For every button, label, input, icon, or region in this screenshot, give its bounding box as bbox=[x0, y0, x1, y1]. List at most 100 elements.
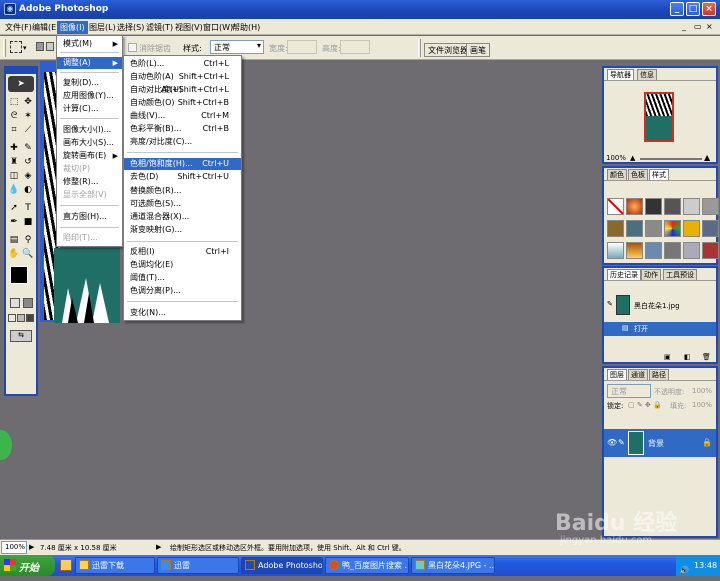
navigator-zoom-value[interactable]: 100% bbox=[606, 154, 626, 162]
new-document-from-state-icon[interactable]: ▣ bbox=[664, 353, 671, 361]
close-button[interactable]: × bbox=[702, 2, 716, 16]
adjust-auto-color[interactable]: 自动颜色(O) Shift+Ctrl+B bbox=[124, 97, 241, 109]
style-swatch[interactable] bbox=[702, 220, 719, 237]
style-swatch[interactable] bbox=[626, 242, 643, 259]
style-swatch[interactable] bbox=[645, 198, 662, 215]
menu-help[interactable]: 帮助(H) bbox=[229, 21, 263, 34]
doc-close-icon[interactable]: × bbox=[706, 22, 713, 31]
style-swatch[interactable] bbox=[664, 220, 681, 237]
marquee-tool-icon[interactable]: ⬚ bbox=[8, 96, 20, 108]
zoom-tool-icon[interactable]: 🔍 bbox=[22, 248, 34, 260]
style-select[interactable]: 正常 ▾ bbox=[210, 40, 264, 54]
screen-mode-full-icon[interactable] bbox=[26, 314, 34, 322]
adjust-levels[interactable]: 色阶(L)... Ctrl+L bbox=[124, 58, 241, 70]
adjust-color-balance[interactable]: 色彩平衡(B)... Ctrl+B bbox=[124, 123, 241, 135]
image-menu-trap[interactable]: 陷印(T)... bbox=[57, 232, 122, 244]
screen-mode-full-menu-icon[interactable] bbox=[17, 314, 25, 322]
adjust-equalize[interactable]: 色调均化(E) bbox=[124, 259, 241, 271]
tab-paths[interactable]: 路径 bbox=[649, 369, 669, 380]
blur-tool-icon[interactable]: 💧 bbox=[8, 184, 20, 196]
magic-wand-tool-icon[interactable]: ✶ bbox=[22, 110, 34, 122]
tab-brushes[interactable]: 画笔 bbox=[466, 43, 490, 57]
image-menu-adjust[interactable]: 调整(A) ▶ bbox=[57, 57, 122, 69]
adjust-auto-levels[interactable]: 自动色阶(A) Shift+Ctrl+L bbox=[124, 71, 241, 83]
height-field[interactable] bbox=[340, 40, 370, 54]
style-swatch[interactable] bbox=[664, 242, 681, 259]
navigator-thumbnail[interactable] bbox=[644, 92, 674, 142]
delete-state-icon[interactable]: 🗑 bbox=[702, 353, 711, 361]
image-menu-apply-image[interactable]: 应用图像(Y)... bbox=[57, 90, 122, 102]
zoom-slider[interactable] bbox=[640, 158, 702, 160]
tab-channels[interactable]: 通道 bbox=[628, 369, 648, 380]
zoom-in-icon[interactable]: ▲ bbox=[704, 153, 710, 162]
tab-navigator[interactable]: 导航器 bbox=[607, 69, 634, 80]
adjust-brightness-contrast[interactable]: 亮度/对比度(C)... bbox=[124, 136, 241, 148]
type-tool-icon[interactable]: T bbox=[22, 202, 34, 214]
tab-styles[interactable]: 样式 bbox=[649, 169, 669, 180]
image-menu-mode[interactable]: 模式(M) ▶ bbox=[57, 38, 122, 50]
style-swatch[interactable] bbox=[683, 198, 700, 215]
style-swatch[interactable] bbox=[607, 242, 624, 259]
opacity-value[interactable]: 100% bbox=[692, 387, 712, 395]
options-grip[interactable] bbox=[3, 39, 6, 57]
style-swatch[interactable] bbox=[645, 242, 662, 259]
path-selection-icon[interactable]: ➚ bbox=[8, 202, 20, 214]
healing-brush-icon[interactable]: ✚ bbox=[8, 142, 20, 154]
zoom-out-icon[interactable]: ▲ bbox=[630, 154, 635, 162]
tab-swatches[interactable]: 色板 bbox=[628, 169, 648, 180]
menu-image[interactable]: 图像(I) bbox=[57, 21, 88, 34]
image-menu-calculations[interactable]: 计算(C)... bbox=[57, 103, 122, 115]
status-zoom-field[interactable]: 100% bbox=[1, 541, 27, 554]
style-swatch[interactable] bbox=[626, 220, 643, 237]
preset-chevron-icon[interactable]: ▾ bbox=[23, 44, 27, 52]
image-menu-canvas-size[interactable]: 画布大小(S)... bbox=[57, 137, 122, 149]
tab-history[interactable]: 历史记录 bbox=[607, 269, 641, 280]
lasso-tool-icon[interactable]: ᘓ bbox=[8, 110, 20, 122]
image-menu-image-size[interactable]: 图像大小(I)... bbox=[57, 124, 122, 136]
document-size-arrow-icon[interactable]: ▶ bbox=[29, 543, 34, 551]
tab-actions[interactable]: 动作 bbox=[641, 269, 661, 280]
jump-to-imageready-icon[interactable]: ⇆ bbox=[10, 330, 32, 342]
style-swatch[interactable] bbox=[683, 242, 700, 259]
tab-layers[interactable]: 图层 bbox=[607, 369, 627, 380]
image-menu-rotate-canvas[interactable]: 旋转画布(E) ▶ bbox=[57, 150, 122, 162]
style-swatch[interactable] bbox=[607, 220, 624, 237]
eyedropper-icon[interactable]: ⚲ bbox=[22, 234, 34, 246]
notes-tool-icon[interactable]: ▤ bbox=[8, 234, 20, 246]
slice-tool-icon[interactable]: ⟋ bbox=[22, 124, 34, 136]
foreground-color-swatch[interactable] bbox=[10, 266, 28, 284]
adjust-channel-mixer[interactable]: 通道混合器(X)... bbox=[124, 211, 241, 223]
snapshot-name[interactable]: 黑白花朵1.jpg bbox=[634, 301, 680, 311]
adjust-curves[interactable]: 曲线(V)... Ctrl+M bbox=[124, 110, 241, 122]
history-brush-source-icon[interactable]: ✎ bbox=[607, 300, 613, 308]
crop-tool-icon[interactable]: ⌗ bbox=[8, 124, 20, 136]
adjust-auto-contrast[interactable]: 自动对比度(U) Alt+Shift+Ctrl+L bbox=[124, 84, 241, 96]
image-menu-histogram[interactable]: 直方图(H)... bbox=[57, 211, 122, 223]
dodge-tool-icon[interactable]: ◐ bbox=[22, 184, 34, 196]
adjust-variations[interactable]: 变化(N)... bbox=[124, 307, 241, 319]
adjust-threshold[interactable]: 阈值(T)... bbox=[124, 272, 241, 284]
tab-file-browser[interactable]: 文件浏览器 bbox=[424, 43, 472, 57]
adobe-online-icon[interactable]: ➤ bbox=[8, 76, 34, 92]
brush-tool-icon[interactable]: ✎ bbox=[22, 142, 34, 154]
marquee-preset-icon[interactable] bbox=[10, 41, 22, 53]
layer-row-background[interactable]: 👁 ✎ 背景 🔒 bbox=[604, 429, 716, 457]
adjust-replace-color[interactable]: 替换颜色(R)... bbox=[124, 185, 241, 197]
start-button[interactable]: 开始 bbox=[0, 555, 55, 576]
adjust-selective-color[interactable]: 可选颜色(S)... bbox=[124, 198, 241, 210]
style-swatch[interactable] bbox=[664, 198, 681, 215]
adjust-posterize[interactable]: 色调分离(P)... bbox=[124, 285, 241, 297]
quicklaunch-icon[interactable] bbox=[60, 559, 72, 571]
task-photoshop[interactable]: Adobe Photoshop bbox=[241, 557, 323, 574]
doc-restore-icon[interactable]: ▭ bbox=[694, 22, 702, 31]
style-swatch[interactable] bbox=[645, 220, 662, 237]
screen-mode-standard-icon[interactable] bbox=[8, 314, 16, 322]
quickmask-mode-icon[interactable] bbox=[23, 298, 33, 308]
image-menu-duplicate[interactable]: 复制(D)... bbox=[57, 77, 122, 89]
new-snapshot-icon[interactable]: ◧ bbox=[684, 353, 691, 361]
tab-info[interactable]: 信息 bbox=[637, 69, 657, 80]
task-xunlei-download[interactable]: 迅雷下载 bbox=[75, 557, 155, 574]
minimize-button[interactable]: _ bbox=[670, 2, 684, 16]
task-baidu-image[interactable]: 鸭_百度图片搜索 ... bbox=[325, 557, 409, 574]
history-brush-icon[interactable]: ↺ bbox=[22, 156, 34, 168]
